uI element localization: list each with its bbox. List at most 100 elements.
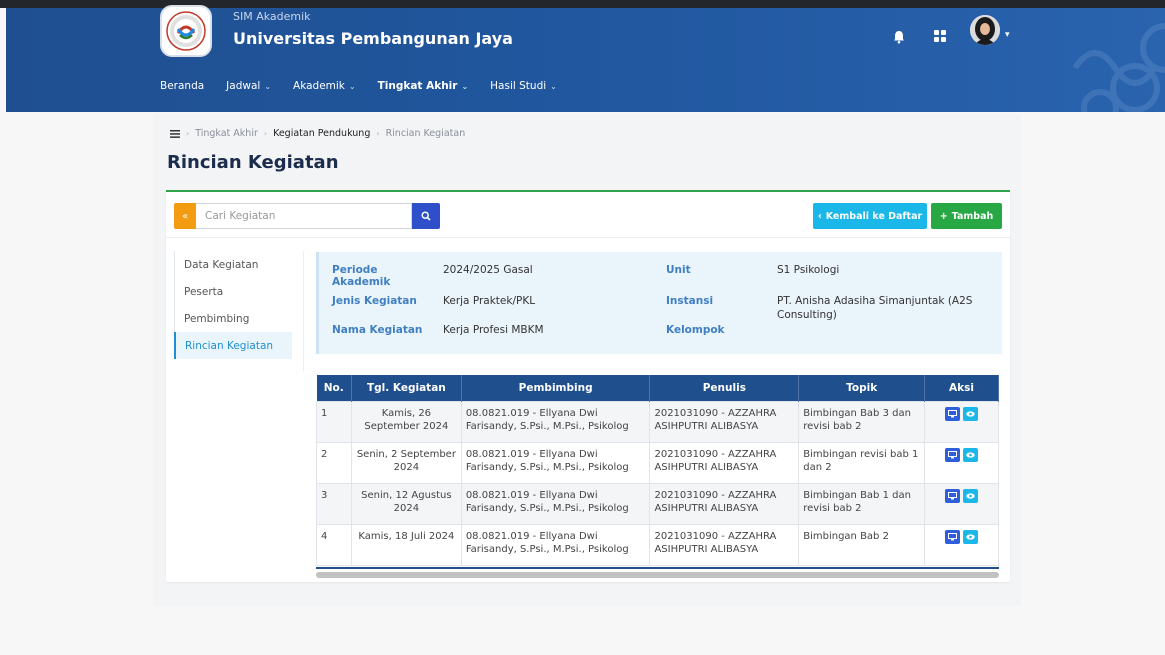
nav-hasil-studi[interactable]: Hasil Studi ⌄ [490,80,557,92]
unit-label: Unit [666,264,691,276]
breadcrumb-separator: › [263,129,268,138]
cell-penulis: 2021031090 - AZZAHRA ASIHPUTRI ALIBASYA [649,482,800,525]
cell-no: 2 [316,441,352,484]
breadcrumb-current: Rincian Kegiatan [385,128,466,139]
table-header-row: No. Tgl. Kegiatan Pembimbing Penulis Top… [316,375,999,401]
instansi-label: Instansi [666,295,714,307]
cell-tgl: Kamis, 26 September 2024 [350,400,462,443]
col-tgl: Tgl. Kegiatan [351,375,462,401]
cell-topik: Bimbingan Bab 3 dan revisi bab 2 [798,400,926,443]
back-to-list-button[interactable]: ‹ Kembali ke Daftar [813,203,927,229]
chevron-down-icon: ⌄ [550,81,557,91]
nav-tingkat-akhir[interactable]: Tingkat Akhir ⌄ [378,80,469,92]
col-penulis: Penulis [649,375,800,401]
detail-card: « ‹Kembali ke Daftar +Tambah Data Kegiat… [166,190,1010,582]
cell-aksi [924,523,999,566]
monitor-icon[interactable] [945,406,961,421]
cell-aksi [924,482,999,525]
collapse-sidebar-button[interactable]: « [174,203,196,229]
jenis-label: Jenis Kegiatan [332,295,417,307]
nav-akademik[interactable]: Akademik ⌄ [293,80,356,92]
sidebar-item-pembimbing[interactable]: Pembimbing [174,305,292,332]
nama-value: Kerja Profesi MBKM [443,324,544,336]
university-logo[interactable] [160,5,212,57]
cell-topik: Bimbingan Bab 1 dan revisi bab 2 [798,482,926,525]
unit-value: S1 Psikologi [777,264,840,276]
periode-value: 2024/2025 Gasal [443,264,533,276]
plus-icon: + [939,210,948,222]
activity-table: No. Tgl. Kegiatan Pembimbing Penulis Top… [316,375,999,566]
table-row: 2 Senin, 2 September 2024 08.0821.019 - … [316,441,999,484]
sidebar-divider [303,251,304,371]
logo-emblem-icon [166,11,206,51]
cell-tgl: Senin, 12 Agustus 2024 [350,482,462,525]
search-bar: « [174,203,440,229]
nav-jadwal[interactable]: Jadwal ⌄ [226,80,271,92]
cell-penulis: 2021031090 - AZZAHRA ASIHPUTRI ALIBASYA [649,400,800,443]
col-topik: Topik [798,375,926,401]
cell-no: 3 [316,482,352,525]
chevron-down-icon[interactable]: ▾ [1005,30,1010,40]
app-name: SIM Akademik [233,10,311,23]
col-no: No. [316,375,352,401]
breadcrumb-tingkat-akhir[interactable]: Tingkat Akhir [195,128,258,139]
horizontal-scrollbar[interactable] [316,572,999,578]
cell-pembimbing: 08.0821.019 - Ellyana Dwi Farisandy, S.P… [460,482,651,525]
chevron-left-icon: ‹ [817,210,822,222]
breadcrumb-separator: › [376,129,380,138]
cell-no: 1 [316,400,352,443]
eye-icon[interactable] [963,447,979,462]
activity-info-box: Periode Akademik 2024/2025 Gasal Jenis K… [316,252,1002,354]
eye-icon[interactable] [963,488,979,503]
row-actions [929,447,994,462]
grid-icon[interactable] [934,30,946,42]
jenis-value: Kerja Praktek/PKL [443,295,536,307]
search-button[interactable] [412,203,440,229]
instansi-value: PT. Anisha Adasiha Simanjuntak (A2S Cons… [777,295,973,321]
page-title: Rincian Kegiatan [167,152,339,173]
table-row: 4 Kamis, 18 Juli 2024 08.0821.019 - Elly… [316,523,999,566]
cell-topik: Bimbingan revisi bab 1 dan 2 [798,441,926,484]
sidebar-item-rincian-kegiatan[interactable]: Rincian Kegiatan [174,332,292,359]
hamburger-icon[interactable] [170,129,180,138]
monitor-icon[interactable] [945,447,961,462]
col-aksi: Aksi [924,375,999,401]
monitor-icon[interactable] [945,488,961,503]
nav-beranda[interactable]: Beranda [160,80,204,92]
row-actions [929,488,994,503]
table-row: 1 Kamis, 26 September 2024 08.0821.019 -… [316,400,999,443]
eye-icon[interactable] [963,529,979,544]
bell-icon[interactable] [893,30,905,44]
cell-tgl: Senin, 2 September 2024 [350,441,462,484]
breadcrumb-kegiatan-pendukung[interactable]: Kegiatan Pendukung [273,128,370,139]
header-pattern-decoration [1072,23,1165,112]
cell-penulis: 2021031090 - AZZAHRA ASIHPUTRI ALIBASYA [649,523,800,566]
divider [166,237,1010,238]
periode-label: Periode Akademik [332,264,391,288]
sidebar-item-peserta[interactable]: Peserta [174,278,292,305]
cell-aksi [924,441,999,484]
user-avatar[interactable] [970,15,1000,45]
search-input[interactable] [196,203,412,229]
cell-penulis: 2021031090 - AZZAHRA ASIHPUTRI ALIBASYA [649,441,800,484]
cell-pembimbing: 08.0821.019 - Ellyana Dwi Farisandy, S.P… [460,441,651,484]
monitor-icon[interactable] [945,529,961,544]
sidebar-item-data-kegiatan[interactable]: Data Kegiatan [174,251,292,278]
cell-pembimbing: 08.0821.019 - Ellyana Dwi Farisandy, S.P… [460,400,651,443]
add-button[interactable]: + Tambah [931,203,1002,229]
nama-label: Nama Kegiatan [332,324,423,336]
user-photo-icon [970,15,1000,45]
breadcrumb-separator: › [186,129,190,138]
table-bottom-border [316,567,999,569]
detail-sidebar: Data Kegiatan Peserta Pembimbing Rincian… [174,251,292,359]
university-name[interactable]: Universitas Pembangunan Jaya [233,29,513,48]
cell-topik: Bimbingan Bab 2 [798,523,926,566]
main-nav: Beranda Jadwal ⌄ Akademik ⌄ Tingkat Akhir ⌄… [160,80,579,92]
search-icon [421,211,431,221]
row-actions [929,406,994,421]
table-row: 3 Senin, 12 Agustus 2024 08.0821.019 - E… [316,482,999,525]
eye-icon[interactable] [963,406,979,421]
chevron-down-icon: ⌄ [461,81,469,91]
cell-pembimbing: 08.0821.019 - Ellyana Dwi Farisandy, S.P… [460,523,651,566]
cell-tgl: Kamis, 18 Juli 2024 [350,523,462,566]
